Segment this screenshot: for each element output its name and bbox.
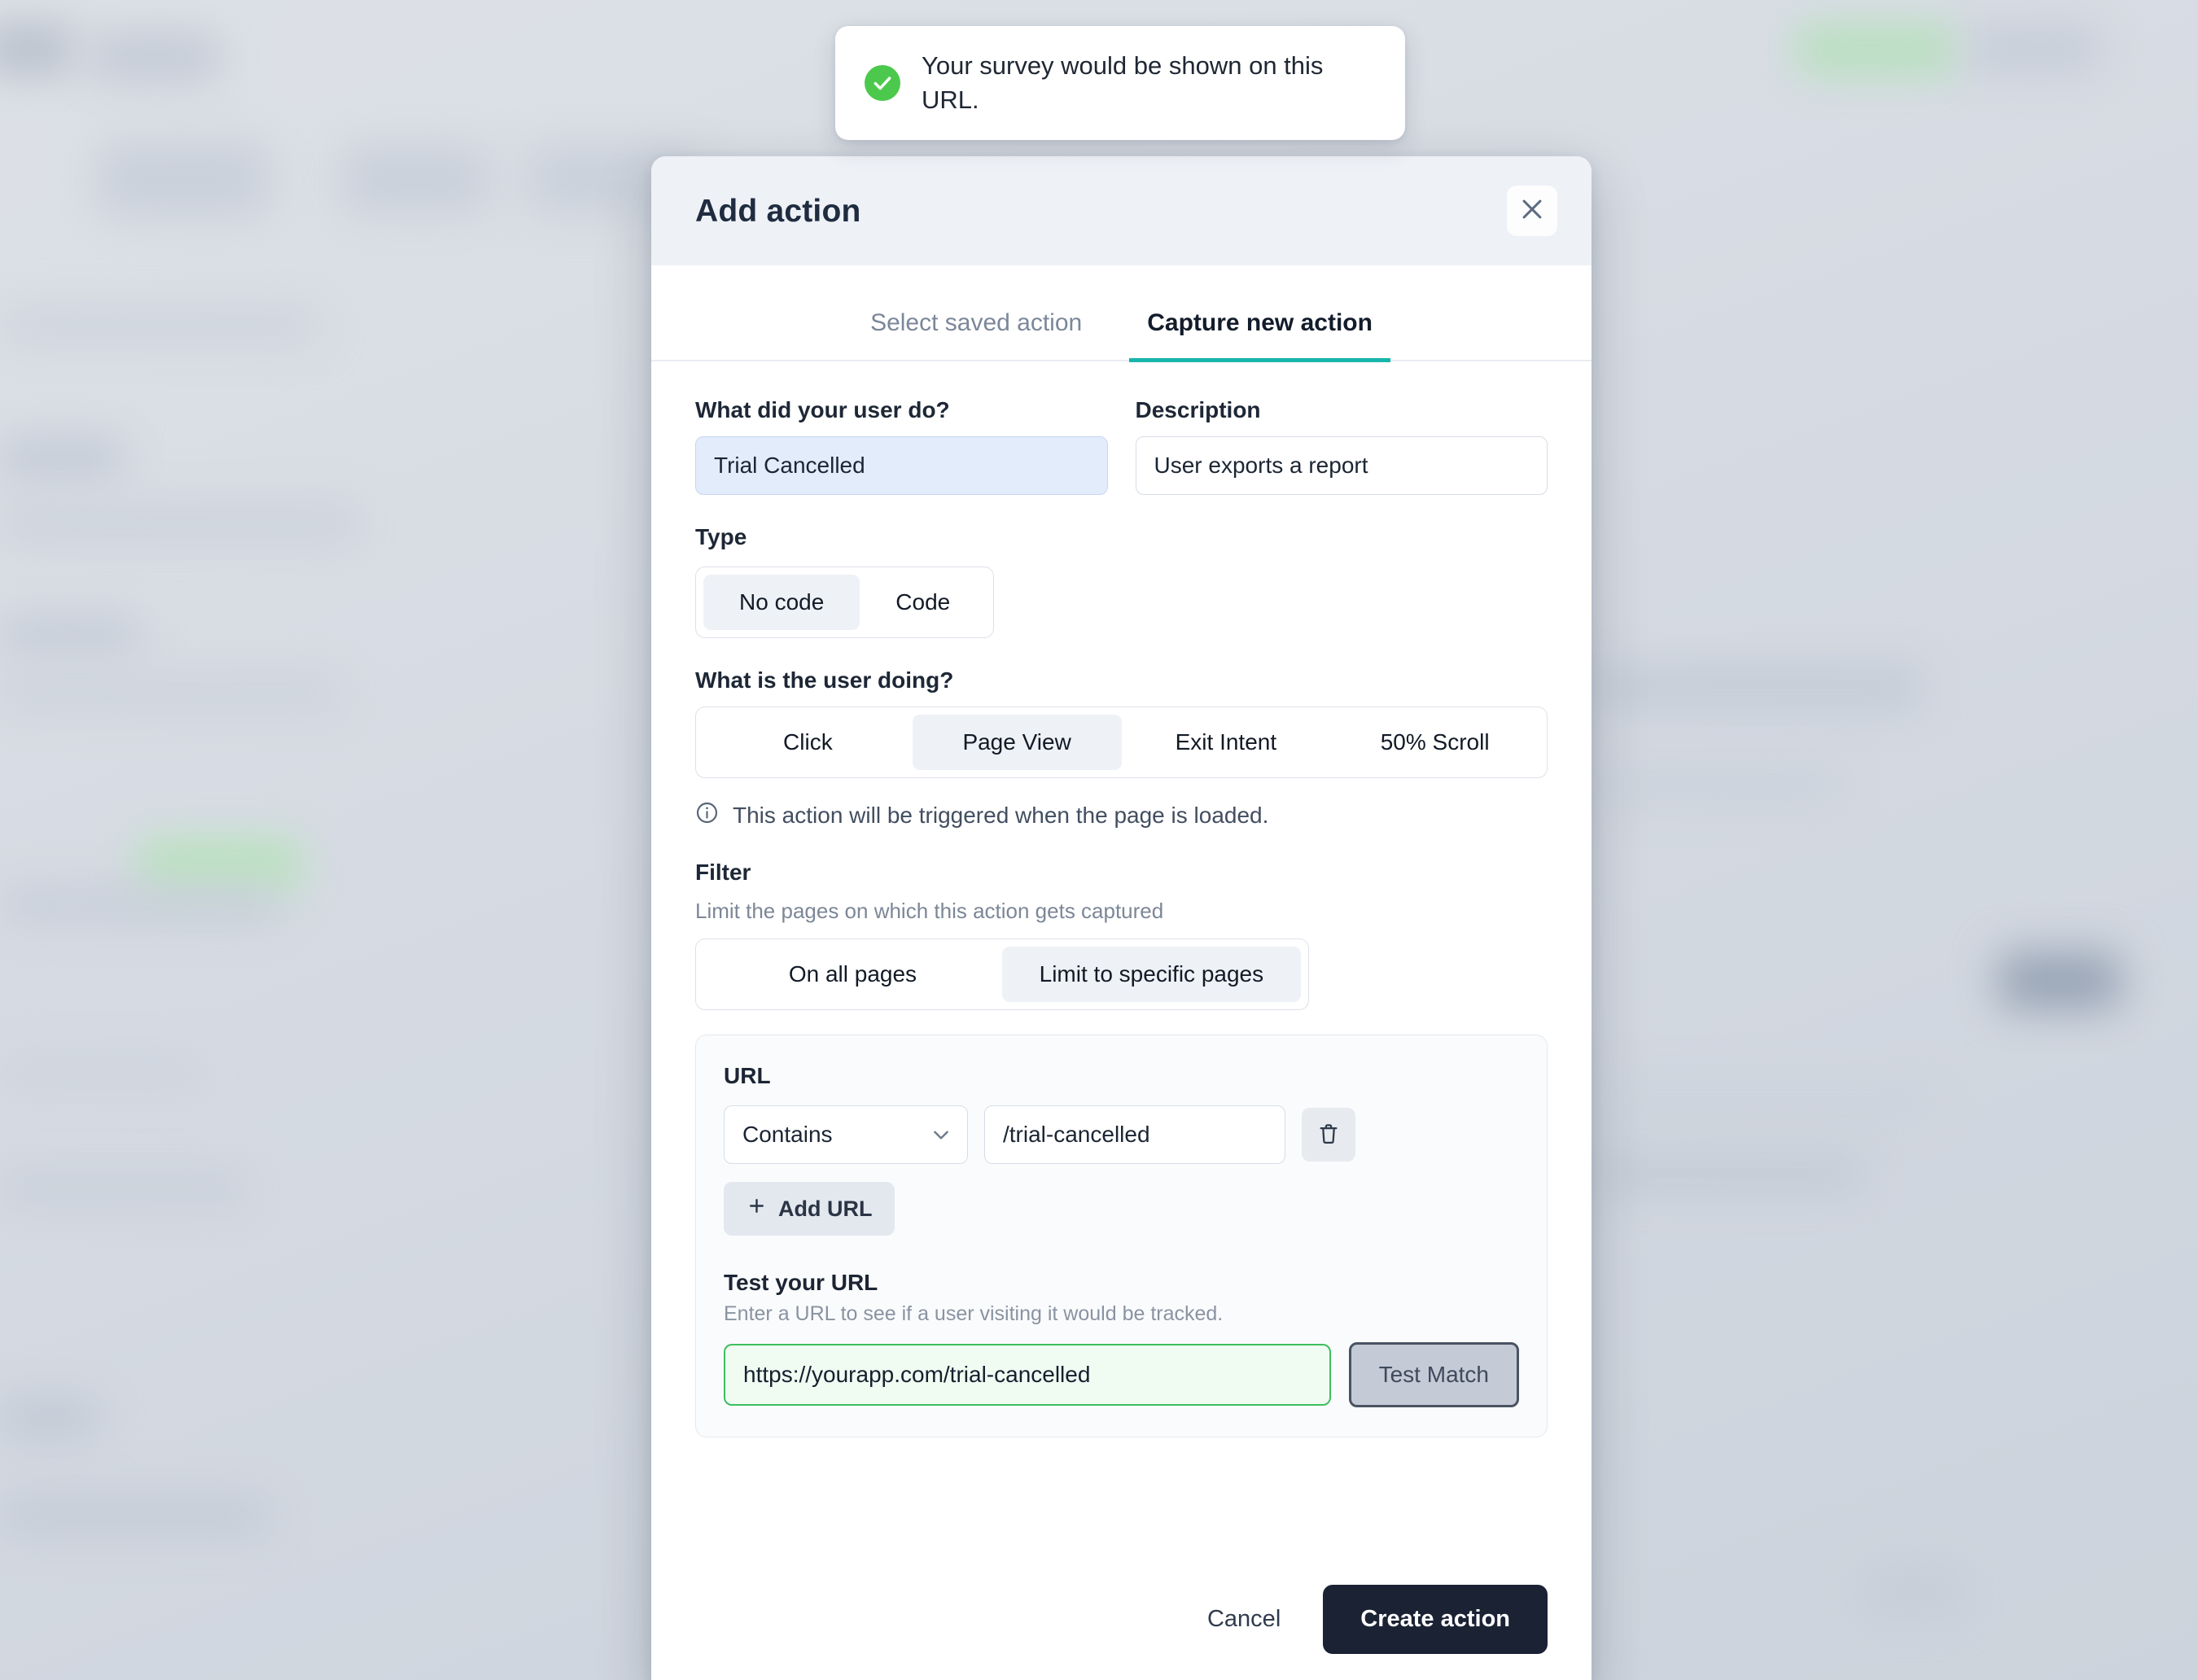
trigger-note-text: This action will be triggered when the p… — [733, 803, 1269, 828]
bg-shape — [1999, 952, 2121, 1009]
url-rule-row — [724, 1105, 1519, 1164]
test-url-description: Enter a URL to see if a user visiting it… — [724, 1302, 1224, 1325]
delete-url-button[interactable] — [1302, 1108, 1355, 1162]
url-match-type-select[interactable] — [724, 1105, 968, 1164]
user-doing-option-scroll[interactable]: 50% Scroll — [1330, 715, 1539, 770]
bg-shape — [0, 505, 358, 542]
description-field-group: Description — [1135, 397, 1548, 495]
bg-shape — [90, 33, 220, 81]
bg-shape — [0, 440, 122, 475]
modal-header: Add action — [651, 156, 1592, 265]
add-url-button[interactable]: Add URL — [724, 1182, 895, 1236]
name-description-row: What did your user do? Description — [695, 397, 1548, 495]
create-action-button[interactable]: Create action — [1323, 1585, 1548, 1654]
tab-select-saved-action[interactable]: Select saved action — [852, 301, 1100, 362]
modal-tabs: Select saved action Capture new action — [651, 265, 1592, 362]
bg-shape — [1596, 667, 1921, 708]
close-icon — [1518, 195, 1546, 227]
toast-message: Your survey would be shown on this URL. — [922, 51, 1324, 114]
description-input[interactable] — [1135, 436, 1548, 495]
type-label: Type — [695, 524, 747, 549]
filter-option-all-pages[interactable]: On all pages — [703, 947, 1002, 1002]
test-match-button[interactable]: Test Match — [1348, 1342, 1519, 1407]
add-action-modal: Add action Select saved action Capture n… — [651, 156, 1592, 1680]
bg-shape — [1596, 1083, 1937, 1118]
plus-icon — [747, 1196, 767, 1222]
action-name-field-group: What did your user do? — [695, 397, 1108, 495]
trigger-note: This action will be triggered when the p… — [695, 801, 1548, 830]
test-url-block: Test your URL Enter a URL to see if a us… — [724, 1270, 1519, 1407]
bg-shape — [1864, 1571, 1962, 1612]
user-doing-segmented-control: Click Page View Exit Intent 50% Scroll — [695, 707, 1548, 778]
bg-shape — [1596, 1156, 1864, 1192]
bg-shape — [0, 619, 138, 651]
filter-option-specific-pages[interactable]: Limit to specific pages — [1001, 947, 1301, 1002]
bg-shape — [0, 309, 317, 342]
user-doing-section: What is the user doing? Click Page View … — [695, 667, 1548, 830]
check-circle-icon — [865, 64, 900, 101]
info-icon — [695, 801, 719, 830]
bg-shape — [0, 887, 277, 921]
bg-shape — [342, 147, 488, 212]
filter-segmented-control: On all pages Limit to specific pages — [695, 938, 1309, 1010]
bg-shape — [0, 1400, 98, 1436]
bg-shape — [98, 142, 269, 216]
bg-shape — [0, 1172, 244, 1205]
bg-shape — [1795, 24, 1958, 75]
test-url-row: Test Match — [724, 1342, 1519, 1407]
type-section: Type No code Code — [695, 524, 1548, 638]
bg-shape — [1596, 765, 1840, 804]
page-title: Add action — [695, 194, 861, 229]
modal-footer: Cancel Create action — [651, 1551, 1592, 1680]
user-doing-option-click[interactable]: Click — [703, 715, 913, 770]
filter-section: Filter Limit the pages on which this act… — [695, 860, 1548, 1010]
add-url-label: Add URL — [778, 1196, 873, 1221]
bg-shape — [0, 1058, 204, 1087]
url-card-title: URL — [724, 1063, 771, 1088]
bg-shape — [1970, 24, 2100, 73]
user-doing-option-page-view[interactable]: Page View — [912, 715, 1122, 770]
bg-shape — [0, 24, 73, 73]
bg-shape — [0, 1498, 269, 1533]
description-label: Description — [1135, 397, 1261, 422]
tab-capture-new-action[interactable]: Capture new action — [1129, 301, 1390, 362]
trash-icon — [1316, 1122, 1341, 1148]
user-doing-option-exit-intent[interactable]: Exit Intent — [1122, 715, 1331, 770]
action-name-input[interactable] — [695, 436, 1108, 495]
user-doing-label: What is the user doing? — [695, 667, 954, 693]
test-url-title: Test your URL — [724, 1270, 878, 1295]
success-toast: Your survey would be shown on this URL. — [835, 26, 1405, 140]
filter-label: Filter — [695, 860, 751, 885]
cancel-button[interactable]: Cancel — [1198, 1593, 1290, 1646]
test-url-input[interactable] — [724, 1344, 1331, 1406]
filter-description: Limit the pages on which this action get… — [695, 899, 1164, 923]
bg-shape — [138, 838, 301, 892]
type-option-no-code[interactable]: No code — [703, 575, 860, 630]
type-option-code[interactable]: Code — [860, 575, 986, 630]
bg-shape — [0, 676, 342, 711]
close-button[interactable] — [1507, 186, 1557, 236]
modal-body: What did your user do? Description Type … — [651, 361, 1592, 1551]
type-segmented-control: No code Code — [695, 567, 995, 638]
action-name-label: What did your user do? — [695, 397, 950, 422]
url-card: URL Contains /trial-cancelled Add URL Te… — [695, 1035, 1548, 1437]
url-match-type-select-wrap — [724, 1105, 968, 1164]
url-value-input[interactable] — [984, 1105, 1285, 1164]
